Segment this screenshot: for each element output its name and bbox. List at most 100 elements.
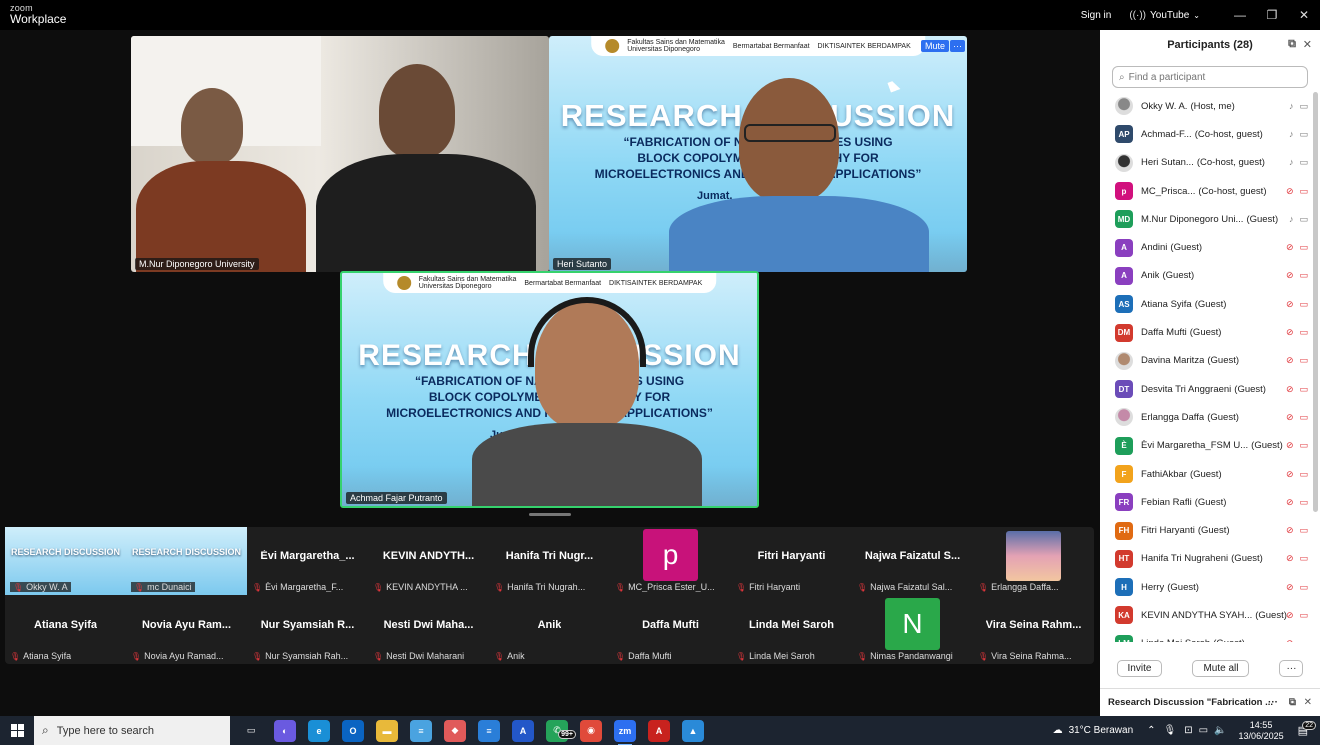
video-off-icon[interactable]: ▭ xyxy=(1299,384,1308,395)
participant-row[interactable]: DM Daffa Mufti (Guest) ⊘ ▭ xyxy=(1100,318,1314,346)
participant-row[interactable]: H Herry (Guest) ⊘ ▭ xyxy=(1100,573,1314,601)
gallery-tile[interactable]: Nesti Dwi Maha... 🎙 Nesti Dwi Maharani xyxy=(368,596,489,664)
gallery-tile[interactable]: Fitri Haryanti 🎙 Fitri Haryanti xyxy=(731,527,852,595)
video-off-icon[interactable]: ▭ xyxy=(1299,327,1308,338)
participant-row[interactable]: Erlangga Daffa (Guest) ⊘ ▭ xyxy=(1100,403,1314,431)
mic-muted-icon[interactable]: ⊘ xyxy=(1286,553,1294,564)
gallery-tile[interactable]: N 🎙 Nimas Pandanwangi xyxy=(852,596,973,664)
app-icon[interactable]: ≡ xyxy=(478,719,500,742)
minimize-icon[interactable]: — xyxy=(1224,8,1256,22)
more-icon[interactable]: ··· xyxy=(1268,697,1278,708)
participant-row[interactable]: Okky W. A. (Host, me) ♪ ▭ xyxy=(1100,92,1314,120)
mic-muted-icon[interactable]: ⊘ xyxy=(1286,270,1294,281)
video-off-icon[interactable]: ▭ xyxy=(1299,440,1308,451)
resize-handle[interactable] xyxy=(529,513,571,516)
more-options-button[interactable]: ··· xyxy=(1279,659,1304,677)
close-icon[interactable]: ✕ xyxy=(1304,697,1312,708)
gallery-tile[interactable]: KEVIN ANDYTH... 🎙 KEVIN ANDYTHA ... xyxy=(368,527,489,595)
video-off-icon[interactable]: ▭ xyxy=(1299,610,1308,621)
mic-muted-icon[interactable]: ⊘ xyxy=(1286,525,1294,536)
task-view-icon[interactable]: ▭ xyxy=(240,719,262,742)
copilot-icon[interactable]: ◐ xyxy=(274,719,296,742)
mic-muted-icon[interactable]: ⊘ xyxy=(1286,327,1294,338)
participant-row[interactable]: KA KEVIN ANDYTHA SYAH... (Guest) ⊘ ▭ xyxy=(1100,601,1314,629)
video-off-icon[interactable]: ▭ xyxy=(1299,242,1308,253)
mic-muted-icon[interactable]: ⊘ xyxy=(1286,299,1294,310)
mic-muted-icon[interactable]: ⊘ xyxy=(1286,355,1294,366)
file-explorer-icon[interactable]: ▬ xyxy=(376,719,398,742)
gallery-tile[interactable]: p 🎙 MC_Prisca Ester_U... xyxy=(610,527,731,595)
chrome-icon[interactable]: ◉ xyxy=(580,719,602,742)
gallery-tile[interactable]: Linda Mei Saroh 🎙 Linda Mei Saroh xyxy=(731,596,852,664)
zoom-icon[interactable]: zm xyxy=(614,719,636,745)
participant-row[interactable]: LMLinda Mei Saroh(Guest)⊘▭ xyxy=(1100,630,1314,642)
participant-row[interactable]: MD M.Nur Diponegoro Uni... (Guest) ♪ ▭ xyxy=(1100,205,1314,233)
mic-muted-icon[interactable]: ⊘ xyxy=(1286,582,1294,593)
video-off-icon[interactable]: ▭ xyxy=(1299,525,1308,536)
participant-list-scrollbar[interactable] xyxy=(1313,92,1318,512)
notification-icon[interactable]: ▤ 22 xyxy=(1298,721,1316,737)
chat-bar[interactable]: Research Discussion "Fabrication ... ···… xyxy=(1100,688,1320,716)
mic-icon[interactable]: ♪ xyxy=(1289,157,1294,168)
close-panel-icon[interactable]: ✕ xyxy=(1303,38,1312,51)
participant-search[interactable]: ⌕ xyxy=(1112,66,1308,88)
pop-out-icon[interactable]: ⧉ xyxy=(1289,697,1296,708)
gallery-tile[interactable]: Daffa Mufti 🎙 Daffa Mufti xyxy=(610,596,731,664)
video-tile-speaker[interactable]: Fakultas Sains dan Matematika Universitas… xyxy=(549,36,967,272)
volume-icon[interactable]: 🔈 xyxy=(1214,725,1226,736)
gallery-tile[interactable]: Nur Syamsiah R... 🎙 Nur Syamsiah Rah... xyxy=(247,596,368,664)
mic-muted-icon[interactable]: ⊘ xyxy=(1286,610,1294,621)
whatsapp-icon[interactable]: ✆ 99+ xyxy=(546,719,576,742)
gallery-tile[interactable]: RESEARCH DISCUSSION 🎙 mc Dunaici xyxy=(126,527,247,595)
network-icon[interactable]: ⊡ xyxy=(1184,725,1192,736)
gallery-tile[interactable]: Atiana Syifa 🎙 Atiana Syifa xyxy=(5,596,126,664)
mute-button[interactable]: Mute xyxy=(920,40,949,52)
video-icon[interactable]: ▭ xyxy=(1299,101,1308,112)
gallery-tile[interactable]: Anik 🎙 Anik xyxy=(489,596,610,664)
youtube-stream-button[interactable]: ((·)) YouTube ⌄ xyxy=(1129,10,1200,21)
participant-row[interactable]: Davina Maritza (Guest) ⊘ ▭ xyxy=(1100,347,1314,375)
video-off-icon[interactable]: ▭ xyxy=(1299,412,1308,423)
close-icon[interactable]: ✕ xyxy=(1288,8,1320,22)
participant-search-input[interactable] xyxy=(1128,71,1299,83)
mic-icon[interactable]: 🎙 xyxy=(1164,725,1177,736)
video-tile-active-speaker[interactable]: Fakultas Sains dan Matematika Universitas… xyxy=(340,271,759,508)
acrobat-icon[interactable]: A xyxy=(648,719,670,742)
participant-row[interactable]: FH Fitri Haryanti (Guest) ⊘ ▭ xyxy=(1100,516,1314,544)
participant-row[interactable]: AP Achmad-F... (Co-host, guest) ♪ ▭ xyxy=(1100,120,1314,148)
participant-row[interactable]: F FathiAkbar (Guest) ⊘ ▭ xyxy=(1100,460,1314,488)
video-off-icon[interactable]: ▭ xyxy=(1299,497,1308,508)
gallery-tile[interactable]: 🎙 Erlangga Daffa... xyxy=(973,527,1094,595)
participant-row[interactable]: AS Atiana Syifa (Guest) ⊘ ▭ xyxy=(1100,290,1314,318)
participant-row[interactable]: DT Desvita Tri Anggraeni (Guest) ⊘ ▭ xyxy=(1100,375,1314,403)
mic-muted-icon[interactable]: ⊘ xyxy=(1286,412,1294,423)
start-button[interactable] xyxy=(0,716,34,745)
mic-icon[interactable]: ♪ xyxy=(1289,214,1294,225)
mic-muted-icon[interactable]: ⊘ xyxy=(1286,469,1294,480)
video-off-icon[interactable]: ▭ xyxy=(1299,582,1308,593)
sign-in-button[interactable]: Sign in xyxy=(1081,10,1112,21)
participant-row[interactable]: A Andini (Guest) ⊘ ▭ xyxy=(1100,233,1314,261)
participant-row[interactable]: FR Febian Rafli (Guest) ⊘ ▭ xyxy=(1100,488,1314,516)
gallery-tile[interactable]: Vira Seina Rahm... 🎙 Vira Seina Rahma... xyxy=(973,596,1094,664)
mic-muted-icon[interactable]: ⊘ xyxy=(1286,242,1294,253)
gallery-tile[interactable]: Najwa Faizatul S... 🎙 Najwa Faizatul Sal..… xyxy=(852,527,973,595)
invite-button[interactable]: Invite xyxy=(1116,659,1163,677)
video-icon[interactable]: ▭ xyxy=(1299,129,1308,140)
participant-row[interactable]: HT Hanifa Tri Nugraheni (Guest) ⊘ ▭ xyxy=(1100,545,1314,573)
photos-icon[interactable]: ▲ xyxy=(682,719,704,742)
video-icon[interactable]: ▭ xyxy=(1299,214,1308,225)
gallery-tile[interactable]: Novia Ayu Ram... 🎙 Novia Ayu Ramad... xyxy=(126,596,247,664)
maximize-icon[interactable]: ❐ xyxy=(1256,8,1288,22)
participant-row[interactable]: A Anik (Guest) ⊘ ▭ xyxy=(1100,262,1314,290)
more-options-button[interactable]: ··· xyxy=(950,40,965,52)
clock[interactable]: 14:55 13/06/2025 xyxy=(1239,720,1284,742)
video-off-icon[interactable]: ▭ xyxy=(1299,553,1308,564)
paint-icon[interactable]: ◆ xyxy=(444,719,466,742)
mic-muted-icon[interactable]: ⊘ xyxy=(1286,497,1294,508)
video-tile-room[interactable]: M.Nur Diponegoro University xyxy=(131,36,549,272)
display-icon[interactable]: ▭ xyxy=(1199,725,1208,736)
weather-label[interactable]: 31°C Berawan xyxy=(1069,725,1134,736)
video-off-icon[interactable]: ▭ xyxy=(1299,469,1308,480)
gallery-tile[interactable]: RESEARCH DISCUSSION 🎙 Okky W. A xyxy=(5,527,126,595)
